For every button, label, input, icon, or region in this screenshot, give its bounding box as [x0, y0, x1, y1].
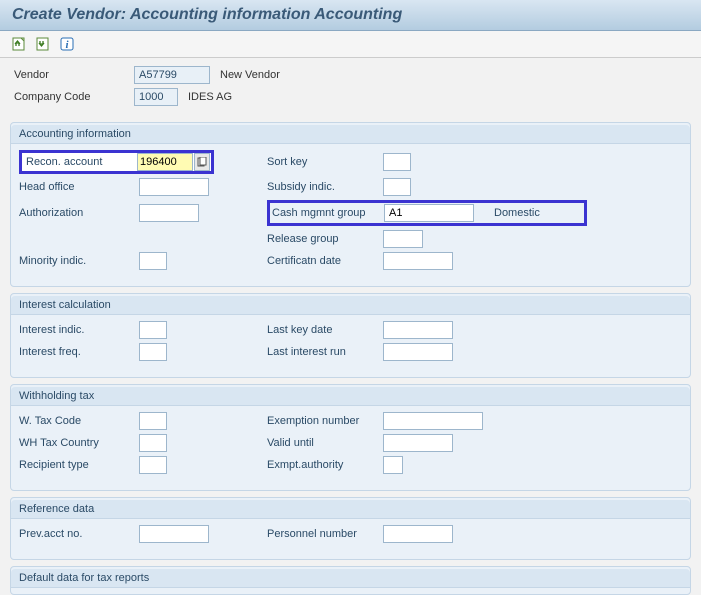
valid-until-label: Valid until — [267, 437, 383, 449]
prev-screen-icon[interactable] — [10, 35, 28, 53]
exemption-no-field[interactable] — [383, 412, 483, 430]
interest-indic-label: Interest indic. — [19, 324, 139, 336]
last-interest-run-field[interactable] — [383, 343, 453, 361]
authorization-label: Authorization — [19, 207, 139, 219]
group-withholding: Withholding tax W. Tax Code Exemption nu… — [10, 384, 691, 491]
info-icon[interactable]: i — [58, 35, 76, 53]
head-office-label: Head office — [19, 181, 139, 193]
exmpt-authority-field[interactable] — [383, 456, 403, 474]
personnel-no-field[interactable] — [383, 525, 453, 543]
next-screen-icon[interactable] — [34, 35, 52, 53]
company-code-desc: IDES AG — [188, 91, 232, 103]
subsidy-indic-label: Subsidy indic. — [267, 181, 383, 193]
personnel-no-label: Personnel number — [267, 528, 383, 540]
wh-tax-country-label: WH Tax Country — [19, 437, 139, 449]
group-default-tax-title: Default data for tax reports — [11, 569, 690, 588]
recon-account-highlight: Recon. account — [19, 150, 214, 174]
group-accounting-title: Accounting information — [11, 125, 690, 144]
last-key-date-field[interactable] — [383, 321, 453, 339]
head-office-field[interactable] — [139, 178, 209, 196]
wtax-code-field[interactable] — [139, 412, 167, 430]
cert-date-label: Certificatn date — [267, 255, 383, 267]
group-default-tax: Default data for tax reports — [10, 566, 691, 595]
recipient-type-field[interactable] — [139, 456, 167, 474]
interest-indic-field[interactable] — [139, 321, 167, 339]
cash-mgmnt-field[interactable] — [384, 204, 474, 222]
wh-tax-country-field[interactable] — [139, 434, 167, 452]
minority-indic-label: Minority indic. — [19, 255, 139, 267]
sort-key-label: Sort key — [267, 156, 383, 168]
authorization-field[interactable] — [139, 204, 199, 222]
last-key-date-label: Last key date — [267, 324, 383, 336]
recon-account-label: Recon. account — [22, 156, 136, 168]
toolbar: i — [0, 31, 701, 58]
group-withholding-title: Withholding tax — [11, 387, 690, 406]
release-group-field[interactable] — [383, 230, 423, 248]
subsidy-indic-field[interactable] — [383, 178, 411, 196]
group-accounting: Accounting information Recon. account So… — [10, 122, 691, 287]
vendor-desc: New Vendor — [220, 69, 280, 81]
sort-key-field[interactable] — [383, 153, 411, 171]
group-reference-title: Reference data — [11, 500, 690, 519]
group-interest: Interest calculation Interest indic. Las… — [10, 293, 691, 378]
cash-mgmnt-desc: Domestic — [494, 207, 582, 219]
company-code-label: Company Code — [14, 91, 134, 103]
minority-indic-field[interactable] — [139, 252, 167, 270]
exmpt-authority-label: Exmpt.authority — [267, 459, 383, 471]
exemption-no-label: Exemption number — [267, 415, 383, 427]
interest-freq-label: Interest freq. — [19, 346, 139, 358]
wtax-code-label: W. Tax Code — [19, 415, 139, 427]
vendor-label: Vendor — [14, 69, 134, 81]
vendor-field[interactable] — [134, 66, 210, 84]
recipient-type-label: Recipient type — [19, 459, 139, 471]
prev-acct-no-label: Prev.acct no. — [19, 528, 139, 540]
release-group-label: Release group — [267, 233, 383, 245]
cash-mgmnt-highlight: Cash mgmnt group Domestic — [267, 200, 587, 226]
company-code-field[interactable] — [134, 88, 178, 106]
recon-account-f4-icon[interactable] — [194, 153, 210, 171]
valid-until-field[interactable] — [383, 434, 453, 452]
recon-account-field[interactable] — [137, 153, 193, 171]
page-title: Create Vendor: Accounting information Ac… — [0, 0, 701, 31]
group-interest-title: Interest calculation — [11, 296, 690, 315]
group-reference: Reference data Prev.acct no. Personnel n… — [10, 497, 691, 560]
interest-freq-field[interactable] — [139, 343, 167, 361]
last-interest-run-label: Last interest run — [267, 346, 383, 358]
cert-date-field[interactable] — [383, 252, 453, 270]
header-area: Vendor New Vendor Company Code IDES AG — [0, 58, 701, 116]
prev-acct-no-field[interactable] — [139, 525, 209, 543]
cash-mgmnt-label: Cash mgmnt group — [272, 207, 384, 219]
